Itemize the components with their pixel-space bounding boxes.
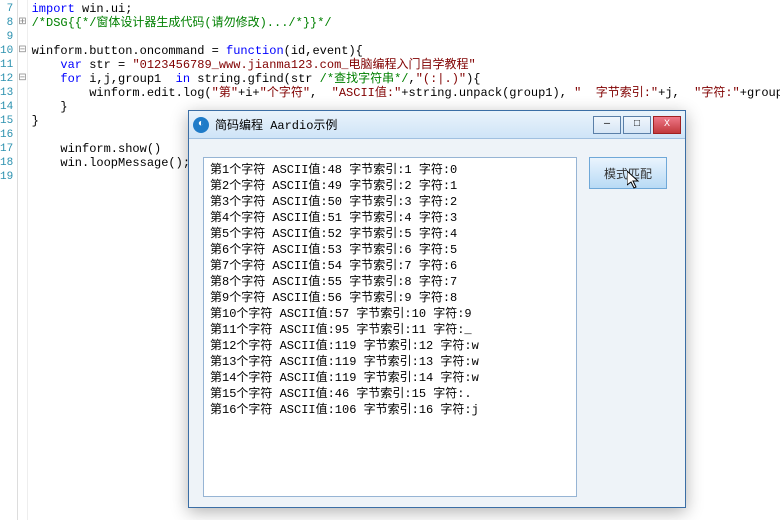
- code-line[interactable]: /*DSG{{*/窗体设计器生成代码(请勿修改).../*}}*/: [32, 16, 780, 30]
- fold-marker[interactable]: ⊟: [18, 44, 26, 58]
- log-line: 第1个字符 ASCII值:48 字节索引:1 字符:0: [210, 162, 570, 178]
- code-line[interactable]: for i,j,group1 in string.gfind(str /*查找字…: [32, 72, 780, 86]
- close-button[interactable]: X: [653, 116, 681, 134]
- log-line: 第9个字符 ASCII值:56 字节索引:9 字符:8: [210, 290, 570, 306]
- log-line: 第7个字符 ASCII值:54 字节索引:7 字符:6: [210, 258, 570, 274]
- line-number: 18: [0, 156, 13, 170]
- line-number: 9: [0, 30, 13, 44]
- code-line[interactable]: winform.edit.log("第"+i+"个字符", "ASCII值:"+…: [32, 86, 780, 100]
- line-number: 19: [0, 170, 13, 184]
- log-line: 第11个字符 ASCII值:95 字节索引:11 字符:_: [210, 322, 570, 338]
- code-line[interactable]: var str = "0123456789_www.jianma123.com_…: [32, 58, 780, 72]
- maximize-button[interactable]: □: [623, 116, 651, 134]
- log-line: 第2个字符 ASCII值:49 字节索引:2 字符:1: [210, 178, 570, 194]
- line-number: 17: [0, 142, 13, 156]
- line-number: 16: [0, 128, 13, 142]
- client-area: 第1个字符 ASCII值:48 字节索引:1 字符:0第2个字符 ASCII值:…: [189, 139, 685, 507]
- line-number: 7: [0, 2, 13, 16]
- log-line: 第16个字符 ASCII值:106 字节索引:16 字符:j: [210, 402, 570, 418]
- line-number: 12: [0, 72, 13, 86]
- log-line: 第14个字符 ASCII值:119 字节索引:14 字符:w: [210, 370, 570, 386]
- log-line: 第13个字符 ASCII值:119 字节索引:13 字符:w: [210, 354, 570, 370]
- minimize-button[interactable]: —: [593, 116, 621, 134]
- log-textarea[interactable]: 第1个字符 ASCII值:48 字节索引:1 字符:0第2个字符 ASCII值:…: [203, 157, 577, 497]
- line-number: 10: [0, 44, 13, 58]
- line-number-gutter: 78910111213141516171819: [0, 0, 18, 520]
- line-number: 15: [0, 114, 13, 128]
- line-number: 13: [0, 86, 13, 100]
- code-line[interactable]: [32, 30, 780, 44]
- app-icon: ◐: [193, 117, 209, 133]
- window-buttons: — □ X: [593, 116, 681, 134]
- line-number: 8: [0, 16, 13, 30]
- log-line: 第6个字符 ASCII值:53 字节索引:6 字符:5: [210, 242, 570, 258]
- fold-marker[interactable]: [18, 128, 26, 142]
- line-number: 14: [0, 100, 13, 114]
- log-line: 第12个字符 ASCII值:119 字节索引:12 字符:w: [210, 338, 570, 354]
- fold-marker[interactable]: ⊟: [18, 72, 26, 86]
- titlebar[interactable]: ◐ 简码编程 Aardio示例 — □ X: [189, 111, 685, 139]
- line-number: 11: [0, 58, 13, 72]
- log-line: 第8个字符 ASCII值:55 字节索引:8 字符:7: [210, 274, 570, 290]
- fold-marker[interactable]: [18, 170, 26, 184]
- log-line: 第3个字符 ASCII值:50 字节索引:3 字符:2: [210, 194, 570, 210]
- fold-marker[interactable]: [18, 100, 26, 114]
- log-line: 第5个字符 ASCII值:52 字节索引:5 字符:4: [210, 226, 570, 242]
- window-title: 简码编程 Aardio示例: [215, 116, 593, 133]
- log-line: 第10个字符 ASCII值:57 字节索引:10 字符:9: [210, 306, 570, 322]
- fold-marker[interactable]: [18, 156, 26, 170]
- fold-marker[interactable]: ⊞: [18, 16, 26, 30]
- fold-marker[interactable]: [18, 2, 26, 16]
- pattern-match-button[interactable]: 模式匹配: [589, 157, 667, 189]
- fold-marker[interactable]: [18, 86, 26, 100]
- code-line[interactable]: import win.ui;: [32, 2, 780, 16]
- fold-marker[interactable]: [18, 58, 26, 72]
- fold-marker[interactable]: [18, 114, 26, 128]
- fold-marker[interactable]: [18, 30, 26, 44]
- app-window: ◐ 简码编程 Aardio示例 — □ X 第1个字符 ASCII值:48 字节…: [188, 110, 686, 508]
- code-line[interactable]: winform.button.oncommand = function(id,e…: [32, 44, 780, 58]
- fold-marker[interactable]: [18, 142, 26, 156]
- log-line: 第15个字符 ASCII值:46 字节索引:15 字符:.: [210, 386, 570, 402]
- fold-gutter: ⊞ ⊟ ⊟: [18, 0, 27, 520]
- log-line: 第4个字符 ASCII值:51 字节索引:4 字符:3: [210, 210, 570, 226]
